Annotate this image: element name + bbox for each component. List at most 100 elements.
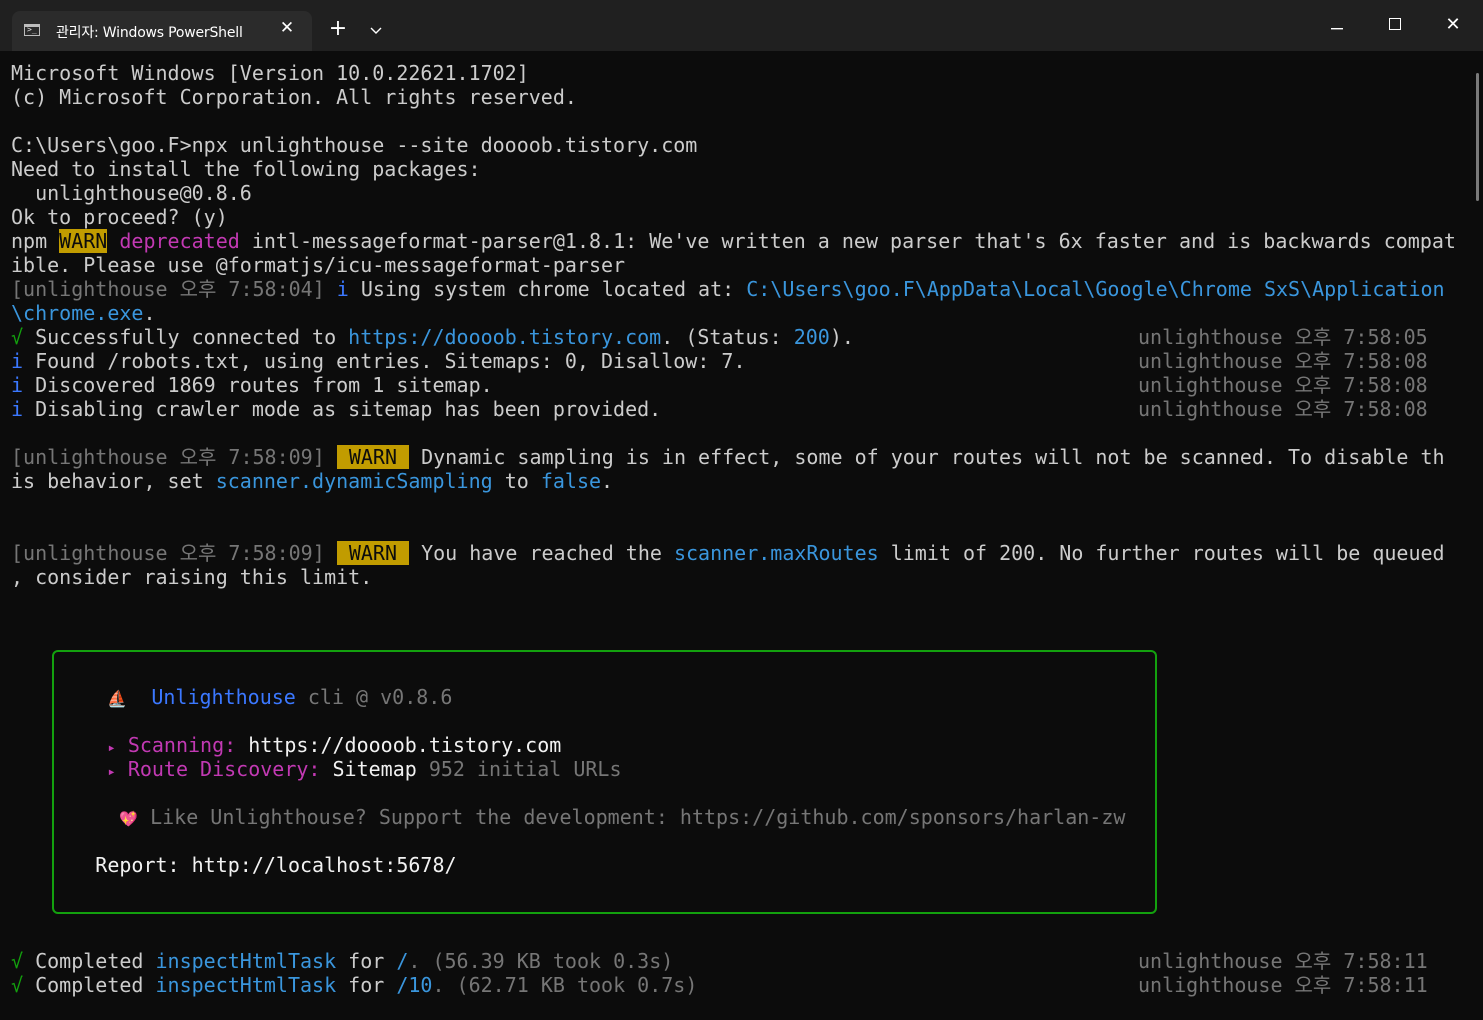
close-window-button[interactable]: ✕ (1438, 10, 1468, 40)
output-text: Disabling crawler mode as sitemap has be… (23, 397, 662, 421)
tab-powershell[interactable]: >_ 관리자: Windows PowerShell ✕ (12, 11, 312, 51)
terminal-line: √ Completed inspectHtmlTask for /. (56.3… (11, 949, 1461, 973)
output-text: Dynamic sampling is in effect, some of y… (409, 445, 1445, 469)
config-value: false (540, 469, 602, 493)
config-key: scanner.maxRoutes (673, 541, 879, 565)
powershell-window: >_ 관리자: Windows PowerShell ✕ + ✕ Microso… (0, 0, 1483, 1020)
info-icon: i (336, 277, 349, 301)
output-text: Microsoft Windows [Version 10.0.22621.17… (11, 61, 529, 85)
check-icon: √ (11, 973, 24, 997)
task-stats: . (62.71 KB took 0.7s) (432, 973, 698, 997)
output-text: Found /robots.txt, using entries. Sitema… (23, 349, 746, 373)
unlighthouse-banner-box (52, 650, 1157, 914)
log-tag: [unlighthouse 오후 7:58:09] (11, 541, 325, 565)
terminal-line: \chrome.exe. (11, 301, 1461, 325)
log-timestamp: unlighthouse 오후 7:58:08 (1138, 397, 1428, 421)
log-tag: [unlighthouse 오후 7:58:04] (11, 277, 325, 301)
new-tab-button[interactable]: + (326, 17, 350, 41)
terminal-line: [unlighthouse 오후 7:58:09] WARN You have … (11, 541, 1461, 565)
minimize-button[interactable] (1322, 10, 1352, 40)
deprecated-label: deprecated (119, 229, 240, 253)
check-icon: √ (11, 325, 24, 349)
site-link[interactable]: https://doooob.tistory.com (348, 325, 661, 349)
output-text: . (Status: (661, 325, 794, 349)
status-code: 200 (793, 325, 830, 349)
maximize-button[interactable] (1380, 10, 1410, 40)
terminal-line: npm WARN deprecated intl-messageformat-p… (11, 229, 1461, 253)
output-text: is behavior, set (11, 469, 216, 493)
output-text: Ok to proceed? (y) (11, 205, 228, 229)
output-text: to (492, 469, 541, 493)
terminal-line: [unlighthouse 오후 7:58:09] WARN Dynamic s… (11, 445, 1461, 469)
output-text: for (336, 973, 397, 997)
log-timestamp: unlighthouse 오후 7:58:05 (1138, 325, 1428, 349)
terminal-output[interactable]: Microsoft Windows [Version 10.0.22621.17… (0, 51, 1473, 1020)
config-key: scanner.dynamicSampling (215, 469, 493, 493)
output-text: . (143, 301, 156, 325)
task-name: inspectHtmlTask (155, 949, 337, 973)
output-text: You have reached the (409, 541, 674, 565)
output-text: intl-messageformat-parser@1.8.1: We've w… (239, 229, 1456, 253)
terminal-line: (c) Microsoft Corporation. All rights re… (11, 85, 1461, 109)
output-text: , consider raising this limit. (11, 565, 373, 589)
command-prompt: C:\Users\goo.F>npx unlighthouse --site d… (11, 133, 698, 157)
chrome-path: \chrome.exe (11, 301, 144, 325)
tab-close-icon[interactable]: ✕ (276, 17, 298, 39)
output-text: ible. Please use @formatjs/icu-messagefo… (11, 253, 626, 277)
output-text: for (336, 949, 397, 973)
title-bar[interactable]: >_ 관리자: Windows PowerShell ✕ + ✕ (0, 0, 1483, 51)
chrome-path: C:\Users\goo.F\AppData\Local\Google\Chro… (746, 277, 1445, 301)
check-icon: √ (11, 949, 24, 973)
terminal-line: i Discovered 1869 routes from 1 sitemap.… (11, 373, 1461, 397)
warn-badge: WARN (336, 541, 410, 565)
terminal-line: √ Successfully connected to https://dooo… (11, 325, 1461, 349)
task-name: inspectHtmlTask (155, 973, 337, 997)
terminal-line: Microsoft Windows [Version 10.0.22621.17… (11, 61, 1461, 85)
terminal-icon: >_ (24, 24, 40, 36)
output-text: . (601, 469, 614, 493)
output-text: Using system chrome located at: (348, 277, 747, 301)
terminal-line: , consider raising this limit. (11, 565, 1461, 589)
output-text: Successfully connected to (23, 325, 349, 349)
terminal-line: √ Completed inspectHtmlTask for /10. (62… (11, 973, 1461, 997)
terminal-line: ible. Please use @formatjs/icu-messagefo… (11, 253, 1461, 277)
terminal-line: [unlighthouse 오후 7:58:04] i Using system… (11, 277, 1461, 301)
route-path: /10 (396, 973, 433, 997)
output-text: (c) Microsoft Corporation. All rights re… (11, 85, 577, 109)
scrollbar[interactable] (1473, 51, 1483, 1020)
warn-badge: WARN (336, 445, 410, 469)
terminal-line: Need to install the following packages: (11, 157, 1461, 181)
maximize-icon (1389, 18, 1401, 30)
output-text: unlighthouse@0.8.6 (11, 181, 252, 205)
log-timestamp: unlighthouse 오후 7:58:11 (1138, 973, 1428, 997)
log-timestamp: unlighthouse 오후 7:58:08 (1138, 373, 1428, 397)
info-icon: i (11, 397, 24, 421)
chevron-down-icon[interactable] (364, 19, 388, 43)
log-timestamp: unlighthouse 오후 7:58:08 (1138, 349, 1428, 373)
output-text: limit of 200. No further routes will be … (878, 541, 1445, 565)
info-icon: i (11, 349, 24, 373)
terminal-line: unlighthouse@0.8.6 (11, 181, 1461, 205)
terminal-line: C:\Users\goo.F>npx unlighthouse --site d… (11, 133, 1461, 157)
task-stats: . (56.39 KB took 0.3s) (408, 949, 674, 973)
route-path: / (396, 949, 409, 973)
log-timestamp: unlighthouse 오후 7:58:11 (1138, 949, 1428, 973)
output-text: Need to install the following packages: (11, 157, 481, 181)
output-text: npm (11, 229, 60, 253)
terminal-line: Ok to proceed? (y) (11, 205, 1461, 229)
terminal-line: i Disabling crawler mode as sitemap has … (11, 397, 1461, 421)
warn-badge: WARN (59, 229, 108, 253)
tab-title: 관리자: Windows PowerShell (56, 25, 243, 41)
scrollbar-thumb[interactable] (1476, 73, 1479, 201)
terminal-line: is behavior, set scanner.dynamicSampling… (11, 469, 1461, 493)
output-text: Completed (23, 973, 156, 997)
output-text: ). (829, 325, 854, 349)
log-tag: [unlighthouse 오후 7:58:09] (11, 445, 325, 469)
